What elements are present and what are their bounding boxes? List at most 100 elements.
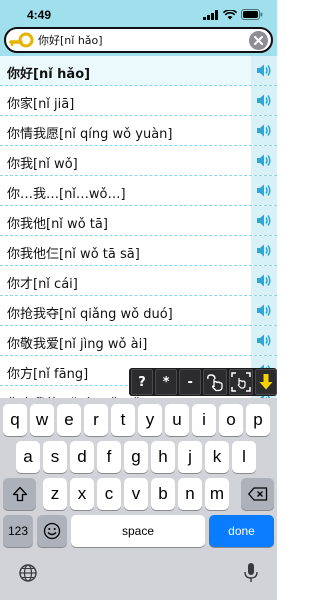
keyboard-row-1: q w e r t y u i o p [0, 404, 277, 436]
hand-pointer-icon [207, 374, 223, 392]
question-mark-button[interactable]: ? [131, 369, 154, 395]
speaker-icon [257, 154, 271, 167]
hide-keyboard-button[interactable] [254, 369, 277, 395]
speaker-icon [257, 94, 271, 107]
speaker-button[interactable] [251, 86, 277, 115]
search-icon[interactable] [9, 31, 35, 51]
key-b[interactable]: b [151, 478, 175, 510]
key-v[interactable]: v [124, 478, 148, 510]
dash-button[interactable]: - [179, 369, 202, 395]
microphone-icon[interactable] [243, 562, 259, 589]
result-row[interactable]: 你我他[nǐ wǒ tā] [0, 206, 277, 236]
clear-icon [254, 36, 263, 45]
key-y[interactable]: y [138, 404, 162, 436]
key-j[interactable]: j [178, 441, 202, 473]
result-row[interactable]: 你敬我爱[nǐ jìng wǒ ài] [0, 326, 277, 356]
speaker-icon [257, 184, 271, 197]
results-list: 你好[nǐ hǎo] 你家[nǐ jiā] 你情我愿[nǐ qíng wǒ yu… [0, 56, 277, 401]
speaker-button[interactable] [251, 56, 277, 85]
status-icons [203, 9, 263, 20]
done-key[interactable]: done [209, 515, 274, 547]
key-m[interactable]: m [205, 478, 229, 510]
keyboard: q w e r t y u i o p a s d f g h j k l z … [0, 398, 277, 600]
speaker-icon [257, 124, 271, 137]
key-i[interactable]: i [192, 404, 216, 436]
cellular-signal-icon [203, 9, 218, 20]
speaker-button[interactable] [251, 266, 277, 295]
shift-key[interactable] [3, 478, 36, 510]
speaker-icon [257, 334, 271, 347]
key-x[interactable]: x [70, 478, 94, 510]
key-g[interactable]: g [124, 441, 148, 473]
wildcard-toolbar: ? * - [129, 368, 277, 396]
speaker-button[interactable] [251, 116, 277, 145]
key-d[interactable]: d [70, 441, 94, 473]
status-time: 4:49 [27, 8, 52, 22]
result-text: 你抢我夺[nǐ qiǎng wǒ duó] [7, 307, 173, 322]
space-key[interactable]: space [71, 515, 205, 547]
speaker-button[interactable] [251, 146, 277, 175]
result-row[interactable]: 你情我愿[nǐ qíng wǒ yuàn] [0, 116, 277, 146]
result-row[interactable]: 你…我…[nǐ…wǒ…] [0, 176, 277, 206]
key-h[interactable]: h [151, 441, 175, 473]
key-u[interactable]: u [165, 404, 189, 436]
key-a[interactable]: a [16, 441, 40, 473]
globe-icon[interactable] [18, 563, 38, 588]
result-text: 你…我…[nǐ…wǒ…] [7, 187, 126, 202]
result-row[interactable]: 你好[nǐ hǎo] [0, 56, 277, 86]
keyboard-row-4: 123 space done [0, 515, 277, 547]
result-text: 你我他仨[nǐ wǒ tā sā] [7, 247, 140, 262]
result-row[interactable]: 你我他仨[nǐ wǒ tā sā] [0, 236, 277, 266]
status-bar: 4:49 [0, 0, 277, 24]
key-r[interactable]: r [84, 404, 108, 436]
result-text: 你好[nǐ hǎo] [7, 67, 91, 82]
result-row[interactable]: 你家[nǐ jiā] [0, 86, 277, 116]
numbers-key[interactable]: 123 [3, 515, 33, 547]
key-t[interactable]: t [111, 404, 135, 436]
key-q[interactable]: q [3, 404, 27, 436]
key-w[interactable]: w [30, 404, 54, 436]
key-k[interactable]: k [205, 441, 229, 473]
key-e[interactable]: e [57, 404, 81, 436]
speaker-icon [257, 244, 271, 257]
speaker-button[interactable] [251, 296, 277, 325]
clear-search-button[interactable] [249, 31, 268, 50]
result-row[interactable]: 你抢我夺[nǐ qiǎng wǒ duó] [0, 296, 277, 326]
backspace-icon [247, 487, 267, 501]
backspace-key[interactable] [241, 478, 274, 510]
key-n[interactable]: n [178, 478, 202, 510]
emoji-key[interactable] [37, 515, 67, 547]
speaker-button[interactable] [251, 236, 277, 265]
fullscreen-writing-button[interactable] [229, 369, 253, 395]
key-f[interactable]: f [97, 441, 121, 473]
speaker-icon [257, 214, 271, 227]
result-text: 你我他[nǐ wǒ tā] [7, 217, 108, 232]
speaker-icon [257, 304, 271, 317]
search-area [0, 24, 277, 56]
speaker-icon [257, 274, 271, 287]
result-text: 你情我愿[nǐ qíng wǒ yuàn] [7, 127, 173, 142]
result-row[interactable]: 你我[nǐ wǒ] [0, 146, 277, 176]
handwriting-button[interactable] [203, 369, 228, 395]
key-l[interactable]: l [232, 441, 256, 473]
result-text: 你我[nǐ wǒ] [7, 157, 78, 172]
key-z[interactable]: z [43, 478, 67, 510]
speaker-button[interactable] [251, 206, 277, 235]
result-text: 你家[nǐ jiā] [7, 97, 75, 112]
wifi-icon [223, 9, 237, 19]
result-text: 你才[nǐ cái] [7, 277, 78, 292]
result-text: 你敬我爱[nǐ jìng wǒ ài] [7, 337, 148, 352]
key-o[interactable]: o [219, 404, 243, 436]
speaker-button[interactable] [251, 326, 277, 355]
speaker-button[interactable] [251, 176, 277, 205]
search-input[interactable] [38, 31, 248, 49]
key-c[interactable]: c [97, 478, 121, 510]
search-box[interactable] [4, 27, 273, 53]
result-text: 你方[nǐ fāng] [7, 367, 89, 382]
key-p[interactable]: p [246, 404, 270, 436]
keyboard-row-3: z x c v b n m [0, 478, 277, 510]
key-s[interactable]: s [43, 441, 67, 473]
result-row[interactable]: 你才[nǐ cái] [0, 266, 277, 296]
asterisk-button[interactable]: * [155, 369, 178, 395]
speaker-icon [257, 64, 271, 77]
